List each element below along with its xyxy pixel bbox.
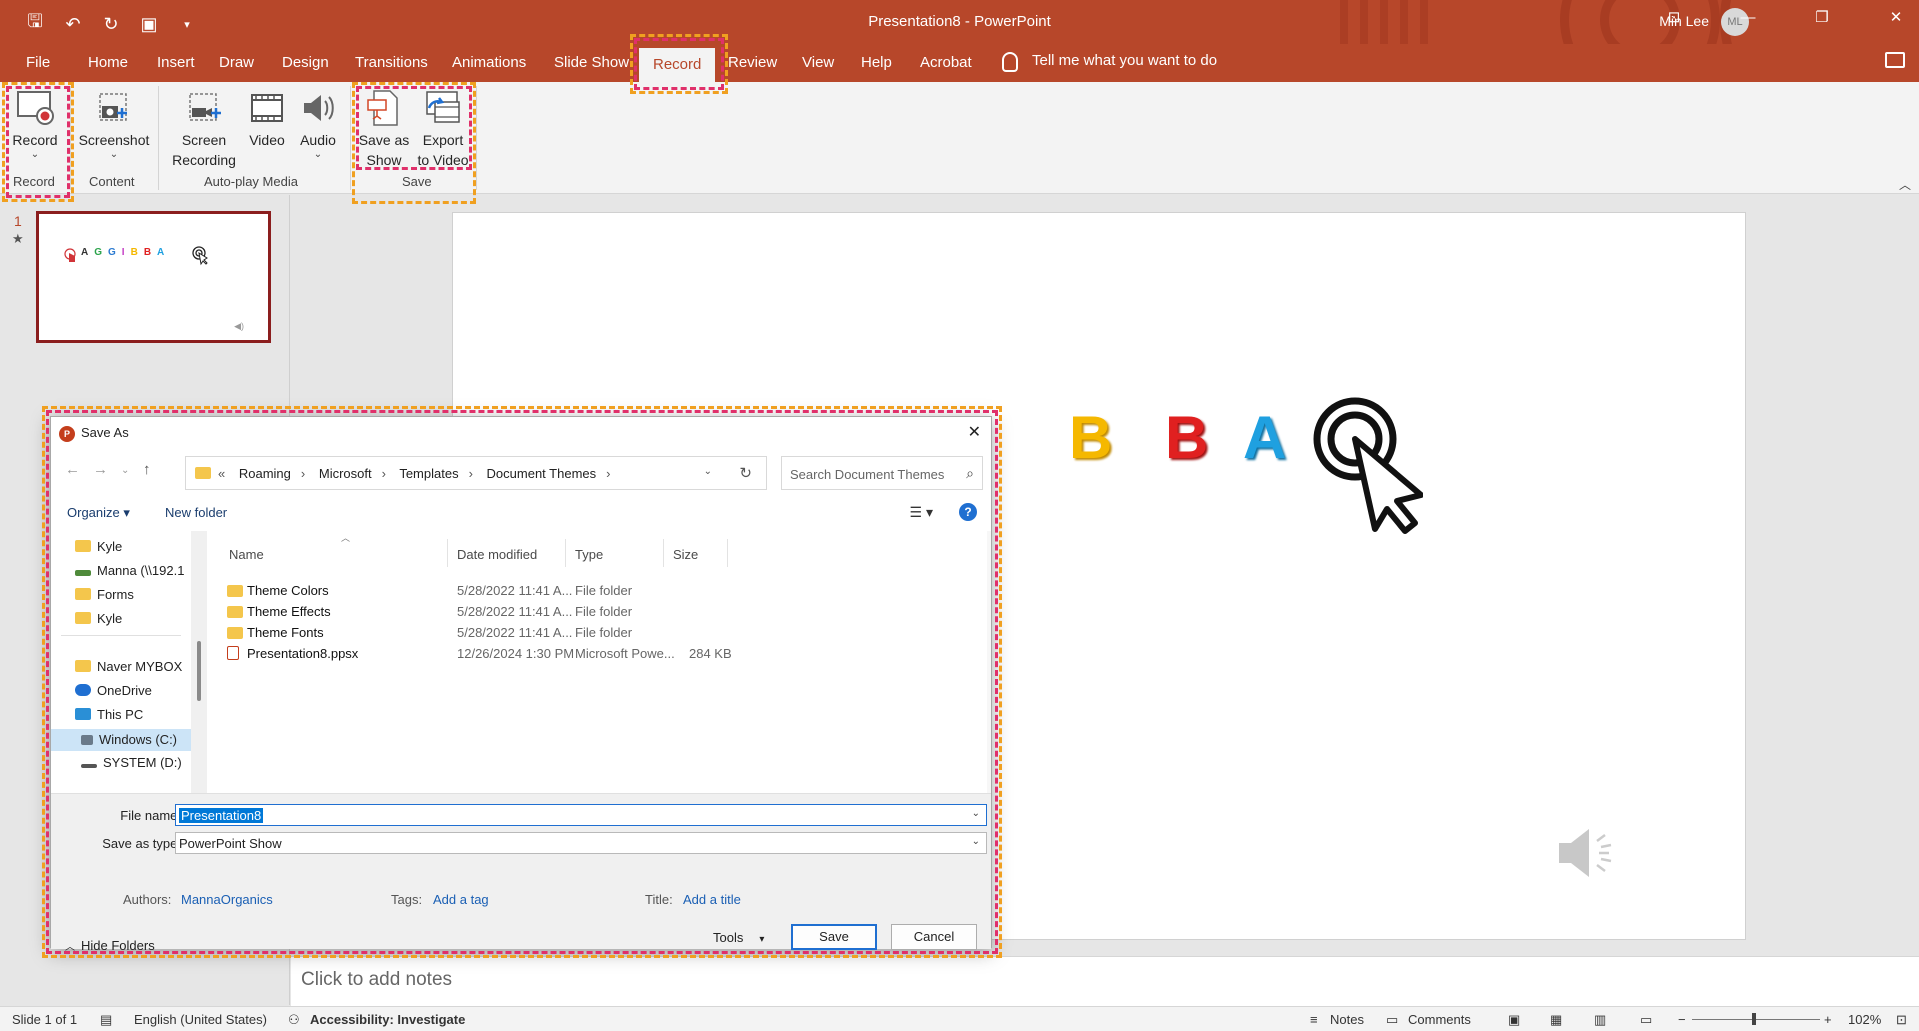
- tab-insert[interactable]: Insert: [157, 54, 195, 71]
- slide-letter-a-blue[interactable]: A: [1243, 403, 1286, 472]
- normal-view-icon[interactable]: ▣: [1508, 1012, 1520, 1028]
- tab-home[interactable]: Home: [88, 54, 128, 71]
- slide-letter-b-yellow[interactable]: B: [1069, 403, 1112, 472]
- audio-speaker-icon[interactable]: [1553, 823, 1623, 883]
- slide-thumbnail[interactable]: AGGIBBA ◀): [36, 211, 271, 343]
- tab-slide-show[interactable]: Slide Show: [554, 54, 629, 71]
- highlight-record-tab: [634, 38, 724, 90]
- highlight-dialog: [46, 410, 998, 954]
- audio-label: Audio: [300, 132, 336, 148]
- reading-view-icon[interactable]: ▥: [1594, 1012, 1606, 1028]
- screenshot-label: Screenshot: [78, 132, 150, 148]
- group-separator: [476, 86, 477, 190]
- chevron-down-icon: ⌄: [313, 149, 323, 160]
- group-separator: [350, 86, 351, 190]
- screenshot-button[interactable]: Screenshot ⌄: [74, 88, 154, 160]
- restore-icon[interactable]: ❐: [1799, 0, 1845, 36]
- ribbon: Record ⌄ Record Screenshot ⌄ Content Scr…: [0, 82, 1919, 194]
- audio-thumb-icon: ◀): [234, 321, 244, 331]
- slide-sorter-icon[interactable]: ▦: [1550, 1012, 1562, 1028]
- audio-button[interactable]: Audio ⌄: [294, 88, 342, 160]
- tap-cursor-icon[interactable]: [1313, 397, 1423, 537]
- screen-recording-label-1: Screen: [181, 132, 227, 148]
- tap-cursor-icon: [192, 246, 208, 266]
- video-button[interactable]: Video: [242, 88, 292, 150]
- ribbon-display-options-icon[interactable]: ⊡: [1651, 0, 1697, 36]
- slide-letter-b-red[interactable]: B: [1165, 403, 1208, 472]
- tab-acrobat[interactable]: Acrobat: [920, 54, 972, 71]
- screenshot-icon: [99, 93, 127, 121]
- tell-me-search[interactable]: Tell me what you want to do: [1032, 52, 1217, 69]
- thumbnail-letters: AGGIBBA: [81, 247, 171, 258]
- zoom-slider[interactable]: [1692, 1019, 1820, 1020]
- notes-placeholder: Click to add notes: [301, 969, 453, 990]
- animation-star-icon: ★: [12, 231, 24, 246]
- notes-icon[interactable]: ≡: [1310, 1012, 1318, 1027]
- video-label: Video: [249, 132, 285, 148]
- notes-pane[interactable]: Click to add notes: [291, 956, 1919, 1006]
- window-controls: ⊡ — ❐ ✕: [1623, 0, 1919, 36]
- accessibility-icon[interactable]: ⚇: [288, 1012, 300, 1028]
- zoom-in-icon[interactable]: +: [1824, 1012, 1832, 1027]
- title-bar: 🖫 ↶ ↻ ▣ ▾ Presentation8 - PowerPoint Min…: [0, 0, 1919, 44]
- notes-toggle[interactable]: Notes: [1330, 1012, 1364, 1027]
- hand-pointer-icon: [64, 248, 76, 262]
- fit-to-window-icon[interactable]: ⊡: [1896, 1012, 1907, 1028]
- screen-recording-icon: [189, 93, 221, 121]
- tab-review[interactable]: Review: [728, 54, 777, 71]
- status-bar: Slide 1 of 1 ▤ English (United States) ⚇…: [0, 1006, 1919, 1031]
- minimize-icon[interactable]: —: [1725, 0, 1771, 36]
- speaker-icon: [304, 95, 334, 121]
- close-icon[interactable]: ✕: [1873, 0, 1919, 36]
- comments-toggle[interactable]: Comments: [1408, 1012, 1471, 1027]
- tab-animations[interactable]: Animations: [452, 54, 526, 71]
- group-separator: [158, 86, 159, 190]
- zoom-slider-thumb[interactable]: [1752, 1013, 1756, 1025]
- comments-icon[interactable]: ▭: [1386, 1012, 1398, 1028]
- tab-view[interactable]: View: [802, 54, 834, 71]
- slideshow-view-icon[interactable]: ▭: [1640, 1012, 1652, 1028]
- screen-recording-button[interactable]: Screen Recording: [168, 88, 240, 170]
- collapse-ribbon-icon[interactable]: ︿: [1899, 176, 1911, 193]
- highlight-record-button: [6, 86, 70, 198]
- group-label-content: Content: [89, 174, 135, 189]
- ribbon-tabs: File Home Insert Draw Design Transitions…: [0, 44, 1919, 82]
- tab-help[interactable]: Help: [861, 54, 892, 71]
- tab-design[interactable]: Design: [282, 54, 329, 71]
- accessibility-status[interactable]: Accessibility: Investigate: [310, 1012, 465, 1027]
- chevron-down-icon: ⌄: [109, 149, 119, 160]
- highlight-save-buttons: [356, 86, 472, 170]
- lightbulb-icon: [1002, 52, 1018, 72]
- group-label-auto-play-media: Auto-play Media: [204, 174, 298, 189]
- tab-file[interactable]: File: [26, 54, 50, 71]
- slide-number: 1: [14, 213, 22, 229]
- tab-transitions[interactable]: Transitions: [355, 54, 428, 71]
- comments-icon[interactable]: [1885, 52, 1905, 68]
- screen-recording-label-2: Recording: [172, 152, 236, 168]
- zoom-level[interactable]: 102%: [1848, 1012, 1881, 1027]
- language-label[interactable]: English (United States): [134, 1012, 267, 1027]
- slide-indicator: Slide 1 of 1: [12, 1012, 78, 1027]
- spell-check-icon[interactable]: ▤: [100, 1012, 112, 1028]
- zoom-out-icon[interactable]: −: [1678, 1012, 1686, 1027]
- video-icon: [251, 94, 283, 122]
- tab-draw[interactable]: Draw: [219, 54, 254, 71]
